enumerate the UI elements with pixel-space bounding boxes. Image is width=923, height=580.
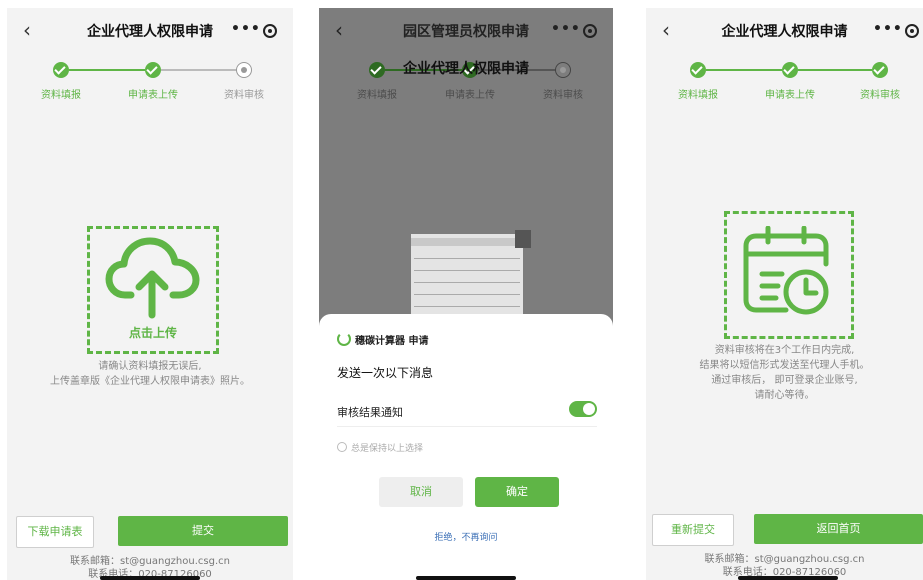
step-label: 资料审核 [543,90,583,101]
review-pending-screen: ‹ 企业代理人权限申请 ••• 资料填报 申请表上传 资料审核 资料审核将在3个… [646,8,923,580]
more-icon[interactable]: ••• [551,21,581,37]
radio-icon[interactable] [337,442,347,452]
review-notice: 资料审核将在3个工作日内完成, 结果将以短信形式发送至代理人手机。 通过审核后，… [646,343,923,403]
more-icon[interactable]: ••• [873,21,903,37]
form-row [414,300,520,307]
confirm-button[interactable]: 确定 [475,477,559,507]
step-connector [798,69,872,71]
mini-program-capsule: ••• [221,17,285,45]
form-row [414,264,520,271]
step-connector [69,69,145,71]
notice-line: 请耐心等待。 [754,390,815,401]
contact-email: 联系邮箱：st@guangzhou.csg.cn [70,556,230,567]
hint-line: 上传盖章版《企业代理人权限申请表》照片。 [50,376,250,387]
download-form-button[interactable]: 下载申请表 [16,516,94,548]
contact-email: 联系邮箱：st@guangzhou.csg.cn [704,554,865,565]
home-indicator [738,576,838,580]
mini-program-capsule: ••• [541,17,605,45]
step-label: 资料填报 [678,90,718,101]
nav-bar: ‹ 园区管理员权限申请 ••• [319,8,613,56]
step-connector [161,69,237,71]
cancel-button[interactable]: 取消 [379,477,463,507]
back-home-button[interactable]: 返回首页 [754,514,923,544]
sheet-app-header: 穗碳计算器 申请 [337,332,428,347]
remember-choice-label: 总是保持以上选择 [351,444,424,454]
preview-badge [515,230,531,248]
step-label: 申请表上传 [445,90,495,101]
progress-steps: 资料填报 申请表上传 资料审核 [646,58,923,108]
sheet-title: 发送一次以下消息 [337,366,434,380]
notification-toggle[interactable] [569,401,597,417]
check-icon [145,62,161,78]
step-label: 资料审核 [224,90,264,101]
notice-line: 通过审核后， 即可登录企业账号, [711,375,858,386]
mini-program-capsule: ••• [863,17,923,45]
check-icon [872,62,888,78]
refuse-link[interactable]: 拒绝，不再询问 [319,530,613,543]
upload-hint: 请确认资料填报无误后, 上传盖章版《企业代理人权限申请表》照片。 [7,359,293,389]
notice-line: 资料审核将在3个工作日内完成, [714,345,855,356]
review-status-graphic [724,211,854,339]
remember-choice-option[interactable]: 总是保持以上选择 [337,441,423,454]
resubmit-button[interactable]: 重新提交 [652,514,734,546]
home-indicator [416,576,516,580]
uploaded-form-preview [411,230,531,324]
subscribe-dialog-screen: ‹ 园区管理员权限申请 ••• 资料填报 申请表上传 资料审核 企业代理人权限申… [319,8,613,580]
step-label: 资料填报 [41,90,81,101]
target-icon[interactable] [905,24,919,38]
progress-steps: 资料填报 申请表上传 资料审核 [7,58,293,108]
check-icon [690,62,706,78]
subscribe-message-sheet: 穗碳计算器 申请 发送一次以下消息 审核结果通知 总是保持以上选择 取消 确定 … [319,314,613,580]
target-icon[interactable] [263,24,277,38]
app-logo-icon [337,332,351,346]
target-icon[interactable] [583,24,597,38]
upload-label: 点击上传 [128,326,177,340]
step-label: 资料审核 [860,90,900,101]
calendar-clock-icon [743,226,829,315]
more-icon[interactable]: ••• [231,21,261,37]
hint-line: 请确认资料填报无误后, [98,361,202,372]
pending-step-icon [236,62,252,78]
nav-bar: ‹ 企业代理人权限申请 ••• [646,8,923,56]
upload-application-screen: ‹ 企业代理人权限申请 ••• 资料填报 申请表上传 资料审核 点击上传 请确认… [7,8,293,580]
step-label: 资料填报 [357,90,397,101]
notice-line: 结果将以短信形式发送至代理人手机。 [699,360,870,371]
form-header [411,238,523,246]
underlay-title: 企业代理人权限申请 [403,61,529,77]
step-label: 申请表上传 [765,90,815,101]
upload-area[interactable]: 点击上传 [87,226,219,354]
form-row [414,252,520,259]
check-icon [782,62,798,78]
step-label: 申请表上传 [128,90,178,101]
step-connector [706,69,782,71]
submit-button[interactable]: 提交 [118,516,288,546]
form-row [414,276,520,283]
home-indicator [100,576,200,580]
form-row [414,288,520,295]
notification-item-label: 审核结果通知 [337,406,403,419]
nav-bar: ‹ 企业代理人权限申请 ••• [7,8,293,56]
sheet-app-name: 穗碳计算器 申请 [355,336,429,347]
check-icon [53,62,69,78]
upload-cloud-icon [105,237,200,319]
divider [337,426,597,427]
